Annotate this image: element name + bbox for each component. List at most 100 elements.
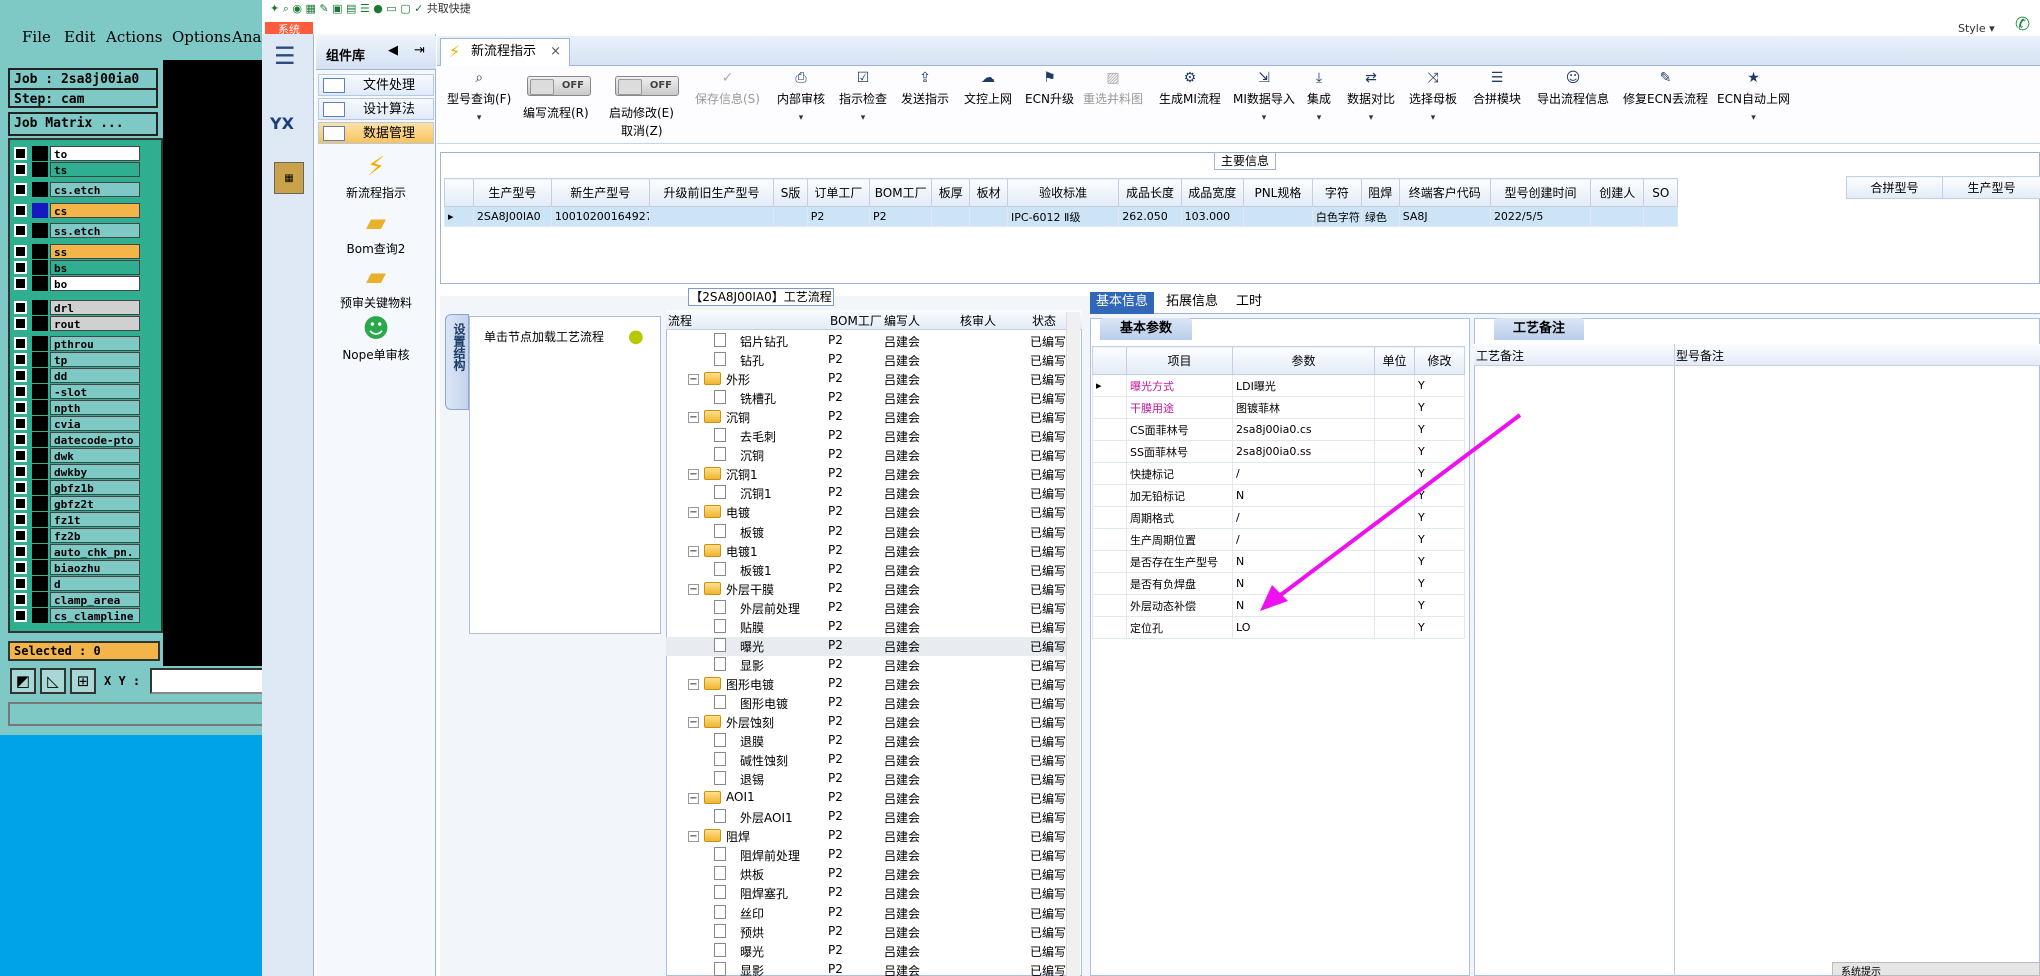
layer-name[interactable]: pthrou	[50, 336, 140, 351]
layer-name[interactable]: bs	[50, 260, 140, 275]
item-nope-review[interactable]: ☻ Nope单审核	[316, 312, 436, 363]
flow-row[interactable]: 显影 P2 吕建会 已编写	[666, 961, 1074, 976]
layer-row[interactable]: cs.etch	[12, 182, 140, 197]
main-col-header[interactable]: S版	[773, 178, 808, 207]
layer-checkbox[interactable]	[14, 147, 27, 160]
ecn-auto-button[interactable]: ★ ECN自动上网 ▾	[1717, 70, 1790, 123]
generate-mi-button[interactable]: ⚙ 生成MI流程	[1159, 70, 1221, 107]
layer-checkbox[interactable]	[14, 369, 27, 382]
flow-row[interactable]: 板镀1 P2 吕建会 已编写	[666, 561, 1074, 580]
layer-checkbox[interactable]	[14, 449, 27, 462]
layer-name[interactable]: ts	[50, 162, 140, 177]
main-col-header[interactable]: 字符	[1311, 178, 1362, 207]
main-cell[interactable]	[648, 206, 775, 227]
layer-row[interactable]: cvia	[12, 416, 140, 431]
flow-row[interactable]: 外层AOI1 P2 吕建会 已编写	[666, 808, 1074, 827]
layer-row[interactable]: rout	[12, 316, 140, 331]
layer-checkbox[interactable]	[14, 513, 27, 526]
layer-checkbox[interactable]	[14, 593, 27, 606]
layer-checkbox[interactable]	[14, 317, 27, 330]
recombine-button[interactable]: ▨ 重选并料图	[1083, 70, 1143, 107]
layer-name[interactable]: cvia	[50, 416, 140, 431]
layer-checkbox[interactable]	[14, 577, 27, 590]
layer-checkbox[interactable]	[14, 609, 27, 622]
merge-module-button[interactable]: ☰ 合拼模块	[1473, 70, 1521, 107]
menu-edit[interactable]: Edit	[64, 28, 95, 46]
main-cell[interactable]	[1590, 206, 1645, 227]
layer-checkbox[interactable]	[14, 465, 27, 478]
main-col-header[interactable]: 新生产型号	[550, 178, 650, 207]
collapse-icon[interactable]: −	[688, 374, 699, 386]
base-col-item[interactable]: 项目	[1126, 346, 1233, 375]
flow-scrollbar[interactable]	[1066, 312, 1080, 976]
flow-row[interactable]: 显影 P2 吕建会 已编写	[666, 656, 1074, 675]
layer-name[interactable]: rout	[50, 316, 140, 331]
layer-name[interactable]: gbfz2t	[50, 496, 140, 511]
qa-icons[interactable]: ✦ ⌕ ◉ ▦ ✎ ▣ ▤ ☰ ● ▭ ▢ ✓	[270, 2, 423, 15]
flow-row[interactable]: 图形电镀 P2 吕建会 已编写	[666, 694, 1074, 713]
layer-name[interactable]: dwkby	[50, 464, 140, 479]
flow-col-flow[interactable]: 流程	[668, 312, 692, 329]
edit-flow-toggle[interactable]: OFF	[527, 76, 591, 96]
flow-row[interactable]: 铝片钻孔 P2 吕建会 已编写	[666, 332, 1074, 351]
layer-row[interactable]: npth	[12, 400, 140, 415]
main-cell[interactable]: IPC-6012 Ⅱ级	[1007, 206, 1120, 227]
layer-checkbox[interactable]	[14, 417, 27, 430]
main-col-header[interactable]: 生产型号	[472, 178, 552, 207]
layer-checkbox[interactable]	[14, 433, 27, 446]
side-tab-structure[interactable]: 设置结构	[445, 314, 469, 410]
xy-input[interactable]	[150, 668, 268, 694]
item-prereview[interactable]: ▰ 预审关键物料	[316, 260, 436, 311]
fix-ecn-button[interactable]: ✎ 修复ECN丢流程	[1623, 70, 1708, 107]
main-col-header[interactable]: 板材	[969, 178, 1009, 207]
layer-name[interactable]: -slot	[50, 384, 140, 399]
category-file[interactable]: 文件处理	[318, 74, 434, 96]
menu-actions[interactable]: Actions	[106, 28, 162, 46]
table-row[interactable]: ▸ 2SA8J00IA0 10010200164927 P2 P2 IPC-6012 Ⅱ级…	[444, 206, 1678, 227]
pin-icon[interactable]: ⇥	[414, 43, 425, 58]
flow-row[interactable]: 钻孔 P2 吕建会 已编写	[666, 351, 1074, 370]
main-col-header[interactable]: SO	[1643, 178, 1678, 207]
layer-row[interactable]: fz2b	[12, 528, 140, 543]
layer-row[interactable]: cs	[12, 203, 140, 218]
main-cell[interactable]: 2SA8J00IA0	[472, 206, 552, 227]
hamburger-icon[interactable]: ☰	[274, 42, 296, 70]
style-dropdown[interactable]: Style ▾	[1958, 22, 1995, 35]
table-row[interactable]: ▸ 曝光方式 LDI曝光 Y	[1092, 374, 1465, 397]
main-col-header[interactable]: 阻焊	[1360, 178, 1400, 207]
collapse-left-icon[interactable]: ◀	[388, 43, 398, 58]
cam-graphic-area[interactable]	[163, 60, 268, 670]
flow-row[interactable]: − 沉铜 P2 吕建会 已编写	[666, 408, 1074, 427]
flow-row[interactable]: 沉铜1 P2 吕建会 已编写	[666, 484, 1074, 503]
layer-row[interactable]: fz1t	[12, 512, 140, 527]
flow-col-bom[interactable]: BOM工厂	[830, 312, 882, 329]
main-cell[interactable]: P2	[806, 206, 871, 227]
remark-col-model[interactable]: 型号备注	[1676, 347, 1724, 364]
main-col-header[interactable]: 成品长度	[1118, 178, 1182, 207]
doc-upload-button[interactable]: ☁ 文控上网	[964, 70, 1012, 107]
main-cell[interactable]: 2022/5/5	[1489, 206, 1592, 227]
layer-row[interactable]: cs_clampline	[12, 608, 140, 623]
collapse-icon[interactable]: −	[688, 678, 699, 690]
collapse-icon[interactable]: −	[688, 545, 699, 557]
main-col-header[interactable]: 型号创建时间	[1489, 178, 1592, 207]
flow-row[interactable]: 铣槽孔 P2 吕建会 已编写	[666, 389, 1074, 408]
main-cell[interactable]: 262.050	[1118, 206, 1182, 227]
layer-name[interactable]: gbfz1b	[50, 480, 140, 495]
layer-checkbox[interactable]	[14, 163, 27, 176]
model-query-button[interactable]: ⌕ 型号查询(F) ▾	[447, 70, 511, 123]
main-cell[interactable]	[1242, 206, 1313, 227]
tab-basic-info[interactable]: 基本信息	[1090, 292, 1155, 314]
cancel-button[interactable]: 取消(Z)	[621, 122, 663, 139]
layer-row[interactable]: dwk	[12, 448, 140, 463]
menu-file[interactable]: File	[22, 28, 51, 46]
layer-name[interactable]: cs_clampline	[50, 608, 140, 623]
category-data[interactable]: 数据管理	[318, 122, 434, 144]
flow-row[interactable]: 阻焊前处理 P2 吕建会 已编写	[666, 846, 1074, 865]
flow-row[interactable]: − 沉铜1 P2 吕建会 已编写	[666, 465, 1074, 484]
layer-checkbox[interactable]	[14, 204, 27, 217]
layer-row[interactable]: ts	[12, 162, 140, 177]
layer-row[interactable]: bs	[12, 260, 140, 275]
collapse-icon[interactable]: −	[688, 831, 699, 843]
flow-row[interactable]: 曝光 P2 吕建会 已编写	[666, 942, 1074, 961]
